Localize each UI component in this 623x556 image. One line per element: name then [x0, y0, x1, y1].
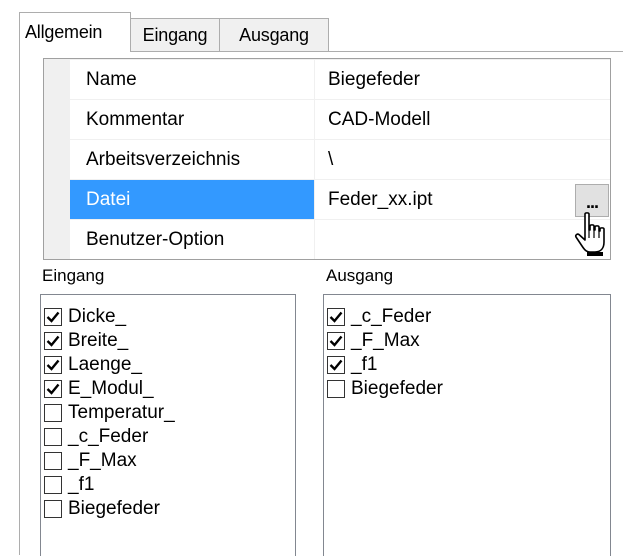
checkmark-icon: [329, 359, 343, 371]
tab-eingang[interactable]: Eingang: [130, 18, 220, 52]
checkbox[interactable]: [327, 308, 345, 326]
checkbox[interactable]: [44, 404, 62, 422]
checkbox[interactable]: [327, 380, 345, 398]
property-value-field[interactable]: Biegefeder: [315, 60, 610, 99]
property-value-field[interactable]: CAD-Modell: [315, 100, 610, 139]
list-item[interactable]: Dicke_: [44, 305, 126, 329]
ausgang-label: Ausgang: [326, 266, 394, 285]
checkbox[interactable]: [44, 332, 62, 350]
checkbox[interactable]: [44, 308, 62, 326]
list-item-label: _f1: [351, 354, 378, 375]
list-item[interactable]: _c_Feder: [44, 425, 148, 449]
list-item-label: Biegefeder: [351, 378, 443, 399]
list-item[interactable]: E_Modul_: [44, 377, 154, 401]
property-value-field[interactable]: \: [315, 140, 610, 179]
list-item[interactable]: _f1: [327, 353, 377, 377]
checkmark-icon: [329, 311, 343, 323]
property-row-datei[interactable]: Datei Feder_xx.ipt ...: [70, 180, 610, 220]
tab-bar: Allgemein Eingang Ausgang: [19, 12, 329, 52]
hand-pointer-icon: [574, 212, 605, 256]
list-item[interactable]: _F_Max: [327, 329, 420, 353]
list-item[interactable]: Biegefeder: [327, 377, 443, 401]
checkbox[interactable]: [327, 332, 345, 350]
checkbox[interactable]: [44, 428, 62, 446]
checkbox[interactable]: [44, 380, 62, 398]
checkmark-icon: [46, 311, 60, 323]
tab-allgemein[interactable]: Allgemein: [19, 12, 131, 52]
list-item-label: _c_Feder: [68, 426, 149, 447]
list-item[interactable]: _f1: [44, 473, 94, 497]
checkmark-icon: [329, 335, 343, 347]
property-value-text: Feder_xx.ipt: [328, 189, 433, 210]
checkbox[interactable]: [44, 500, 62, 518]
property-grid: Name Biegefeder Kommentar CAD-Modell Arb…: [43, 58, 611, 260]
property-name: Kommentar: [70, 100, 315, 139]
eingang-label: Eingang: [42, 266, 105, 285]
tab-ausgang[interactable]: Ausgang: [219, 18, 329, 52]
list-item-label: E_Modul_: [68, 378, 154, 399]
property-name: Name: [70, 60, 315, 99]
checkbox[interactable]: [327, 356, 345, 374]
property-row-kommentar[interactable]: Kommentar CAD-Modell: [70, 100, 610, 140]
list-item[interactable]: Laenge_: [44, 353, 142, 377]
list-item-label: _c_Feder: [351, 306, 432, 327]
list-item-label: Laenge_: [68, 354, 142, 375]
property-value-field[interactable]: Feder_xx.ipt ...: [315, 180, 610, 219]
list-item-label: Dicke_: [68, 306, 127, 327]
list-item-label: _F_Max: [351, 330, 420, 351]
checkmark-icon: [46, 359, 60, 371]
property-row-arbeitsverzeichnis[interactable]: Arbeitsverzeichnis \: [70, 140, 610, 180]
property-name: Arbeitsverzeichnis: [70, 140, 315, 179]
property-row-name[interactable]: Name Biegefeder: [70, 60, 610, 100]
list-item[interactable]: _c_Feder: [327, 305, 431, 329]
list-item-label: _F_Max: [68, 450, 137, 471]
list-item[interactable]: Breite_: [44, 329, 128, 353]
list-item-label: Biegefeder: [68, 498, 160, 519]
checkbox[interactable]: [44, 356, 62, 374]
list-item[interactable]: _F_Max: [44, 449, 137, 473]
list-item[interactable]: Biegefeder: [44, 497, 160, 521]
property-row-benutzer-option[interactable]: Benutzer-Option: [70, 220, 610, 260]
list-item-label: Breite_: [68, 330, 129, 351]
checkbox[interactable]: [44, 476, 62, 494]
ausgang-list[interactable]: _c_Feder _F_Max _f1 Biegefeder: [323, 294, 611, 556]
list-item-label: Temperatur_: [68, 402, 175, 423]
checkmark-icon: [46, 335, 60, 347]
list-item-label: _f1: [68, 474, 95, 495]
checkbox[interactable]: [44, 452, 62, 470]
property-name: Benutzer-Option: [70, 220, 315, 259]
checkmark-icon: [46, 383, 60, 395]
property-value-field[interactable]: [315, 220, 610, 259]
eingang-list[interactable]: Dicke_ Breite_ Laenge_ E_Modul_ Temperat…: [40, 294, 296, 556]
list-item[interactable]: Temperatur_: [44, 401, 175, 425]
property-name: Datei: [70, 180, 315, 219]
